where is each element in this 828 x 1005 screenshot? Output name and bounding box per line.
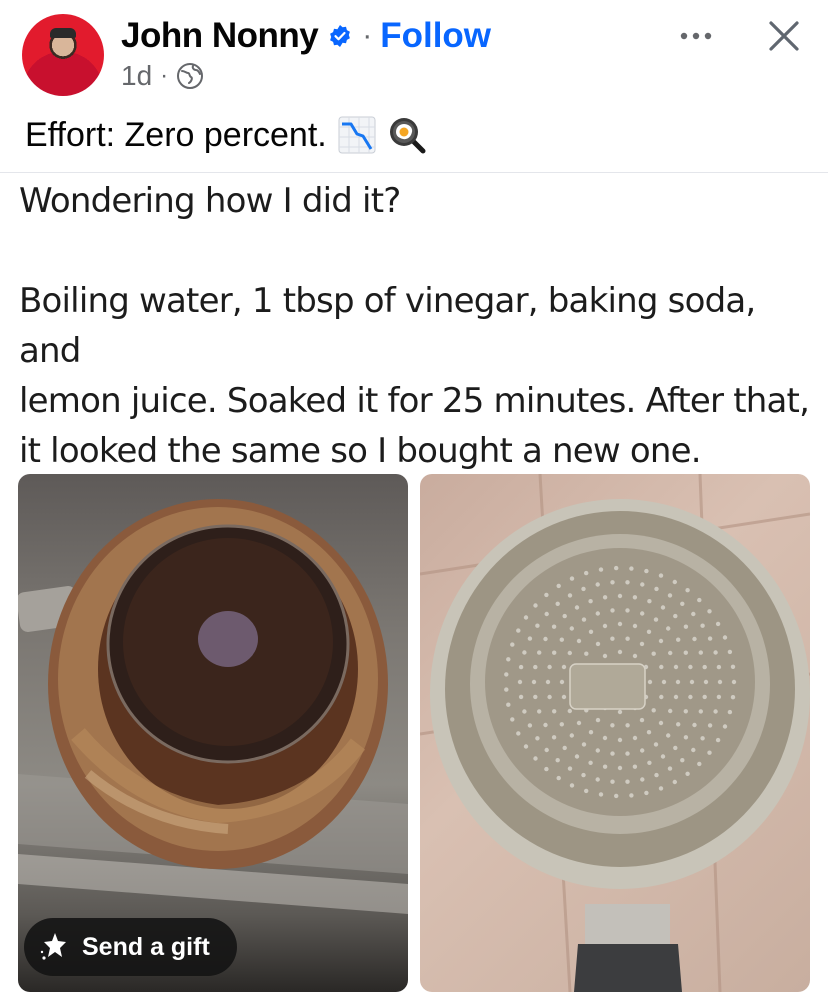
frying-pan-egg-icon — [389, 118, 426, 154]
author-name[interactable]: John Nonny — [121, 16, 319, 56]
follow-button[interactable]: Follow — [380, 16, 491, 56]
gift-sparkle-icon — [40, 933, 66, 960]
author-row: John Nonny · Follow — [121, 14, 491, 58]
globe-icon[interactable] — [176, 62, 204, 90]
post-header: John Nonny · Follow 1d · — [0, 0, 828, 100]
separator-dot: · — [362, 19, 373, 52]
post-time[interactable]: 1d — [121, 60, 152, 92]
burnt-pan-photo[interactable] — [18, 474, 408, 992]
close-icon[interactable] — [762, 14, 806, 58]
post-meta: 1d · — [121, 58, 204, 94]
post-body: Wondering how I did it? Boiling water, 1… — [19, 176, 819, 476]
body-line: Wondering how I did it? — [19, 181, 401, 221]
content-divider — [0, 172, 828, 173]
avatar[interactable] — [22, 14, 104, 96]
send-gift-label: Send a gift — [82, 932, 210, 961]
body-line: lemon juice. Soaked it for 25 minutes. A… — [19, 381, 810, 421]
more-options-icon[interactable] — [676, 18, 716, 54]
meta-separator: · — [160, 62, 169, 89]
caption-text: Effort: Zero percent. — [25, 115, 327, 154]
body-line: it looked the same so I bought a new one… — [19, 431, 702, 471]
new-pan-photo[interactable] — [420, 474, 810, 992]
send-gift-button[interactable]: Send a gift — [24, 918, 237, 976]
verified-badge-icon — [330, 25, 351, 47]
post-caption: Effort: Zero percent. — [25, 112, 427, 158]
body-line: Boiling water, 1 tbsp of vinegar, baking… — [19, 281, 756, 371]
chart-decreasing-icon — [338, 116, 376, 154]
